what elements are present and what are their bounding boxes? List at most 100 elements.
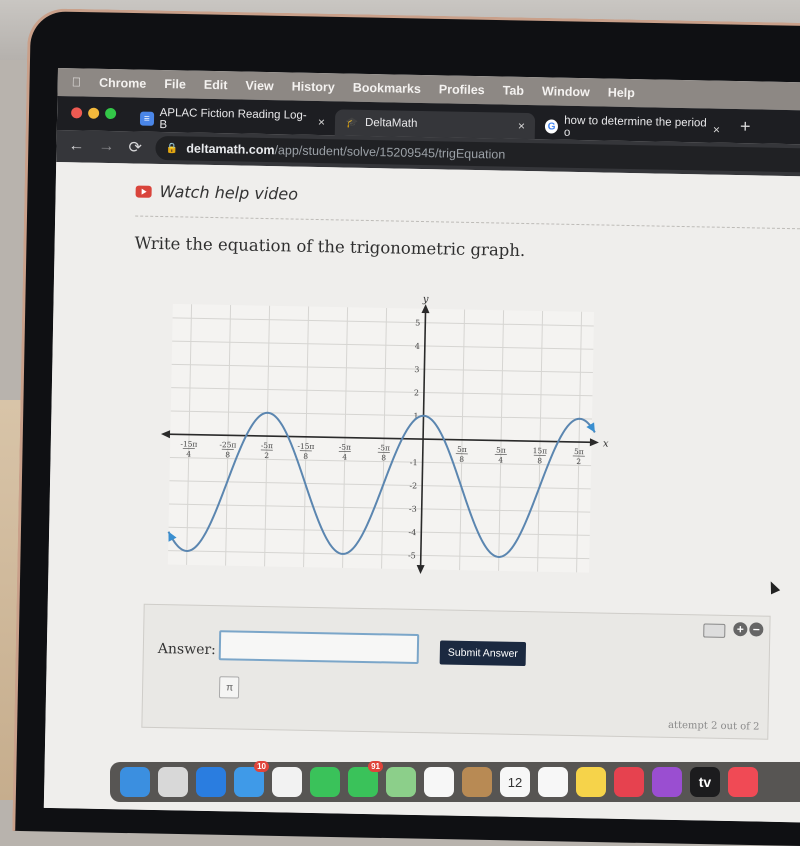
dock-app-safari[interactable] xyxy=(196,767,226,797)
x-tick-label-denominator: 4 xyxy=(342,453,347,462)
dock-app-chrome[interactable] xyxy=(272,767,302,797)
tab-deltamath[interactable]: 🎓 DeltaMath × xyxy=(335,109,535,139)
dock-app-podcasts[interactable] xyxy=(652,767,682,797)
y-tick-label: -4 xyxy=(408,528,416,537)
x-axis-label: x xyxy=(603,439,609,450)
close-tab-icon[interactable]: × xyxy=(713,123,720,137)
apple-icon[interactable]:  xyxy=(72,75,82,89)
submit-answer-button[interactable]: Submit Answer xyxy=(440,640,526,666)
x-tick-label-numerator: 5π xyxy=(496,445,506,454)
tab-label: APLAC Fiction Reading Log- B xyxy=(159,107,312,134)
new-tab-button[interactable]: + xyxy=(730,116,761,144)
x-tick-label-denominator: 8 xyxy=(303,452,308,461)
google-icon: G xyxy=(545,119,558,133)
close-window-button[interactable] xyxy=(71,107,82,118)
help-link-label: Watch help video xyxy=(159,182,298,204)
menu-tab[interactable]: Tab xyxy=(503,84,525,98)
x-tick-label-denominator: 4 xyxy=(186,450,191,459)
y-tick-label: 4 xyxy=(415,342,420,351)
menu-file[interactable]: File xyxy=(164,77,186,91)
menu-history[interactable]: History xyxy=(292,79,335,94)
close-tab-icon[interactable]: × xyxy=(318,115,325,129)
y-tick-label: 2 xyxy=(414,388,419,397)
laptop-screen:  Chrome File Edit View History Bookmark… xyxy=(44,68,800,822)
menu-profiles[interactable]: Profiles xyxy=(439,82,485,97)
x-tick-label-numerator: 5π xyxy=(457,445,467,454)
page-content: Watch help video Write the equation of t… xyxy=(44,162,800,822)
url-host: deltamath.com xyxy=(186,141,274,157)
x-tick-label-denominator: 2 xyxy=(264,451,269,460)
notification-badge: 10 xyxy=(254,761,269,772)
notification-badge: 91 xyxy=(368,761,383,772)
x-tick-label-numerator: 5π xyxy=(574,447,584,456)
dock-app-mail[interactable]: 10 xyxy=(234,767,264,797)
menu-chrome[interactable]: Chrome xyxy=(99,76,146,91)
dock-app-launchpad[interactable] xyxy=(158,767,188,797)
zoom-in-icon[interactable]: + xyxy=(733,622,747,636)
y-tick-label: 3 xyxy=(414,365,419,374)
forward-arrow-icon[interactable]: → xyxy=(98,138,114,156)
menu-view[interactable]: View xyxy=(245,79,274,94)
y-tick-label: -1 xyxy=(410,458,418,467)
dock-app-messages[interactable]: 91 xyxy=(348,767,378,797)
mac-dock: 10 91 12 tv xyxy=(110,762,800,802)
y-tick-label: -5 xyxy=(408,551,416,560)
y-tick-label: 5 xyxy=(415,319,420,328)
pi-symbol-button[interactable]: π xyxy=(219,676,239,698)
y-axis-down-arrow xyxy=(416,565,424,574)
x-axis-left-arrow xyxy=(161,430,170,438)
tab-aplac-reading-log[interactable]: ≡ APLAC Fiction Reading Log- B × xyxy=(130,105,335,135)
zoom-controls: + − xyxy=(733,622,763,637)
dock-app-reminders[interactable] xyxy=(538,767,568,797)
menu-bookmarks[interactable]: Bookmarks xyxy=(353,81,421,96)
y-tick-label: -3 xyxy=(409,505,417,514)
dock-app-apple-tv[interactable]: tv xyxy=(690,767,720,797)
answer-label: Answer: xyxy=(158,641,216,658)
x-axis-right-arrow xyxy=(590,438,599,446)
dock-app-maps[interactable] xyxy=(386,767,416,797)
dock-app-photos[interactable] xyxy=(424,767,454,797)
x-tick-label-numerator: 15π xyxy=(533,446,548,455)
dock-app-contacts[interactable] xyxy=(462,767,492,797)
minimize-window-button[interactable] xyxy=(88,108,99,119)
tab-label: how to determine the period o xyxy=(564,115,707,142)
back-arrow-icon[interactable]: ← xyxy=(68,137,84,155)
y-axis-up-arrow xyxy=(421,304,429,313)
tab-label: DeltaMath xyxy=(365,117,418,130)
dock-app-music[interactable] xyxy=(614,767,644,797)
menu-window[interactable]: Window xyxy=(542,84,590,99)
lock-icon: 🔒 xyxy=(166,143,179,154)
menu-edit[interactable]: Edit xyxy=(204,78,228,92)
dock-app-news[interactable] xyxy=(728,767,758,797)
dock-app-calendar[interactable]: 12 xyxy=(500,767,530,797)
x-tick-label-denominator: 8 xyxy=(381,453,386,462)
apple-tv-icon: tv xyxy=(699,774,711,790)
tab-google-search[interactable]: G how to determine the period o × xyxy=(535,113,730,143)
x-tick-label-numerator: -5π xyxy=(378,443,390,452)
x-tick-label-numerator: -15π xyxy=(180,439,197,448)
y-axis-label: y xyxy=(422,294,429,305)
menu-help[interactable]: Help xyxy=(608,86,635,101)
answer-input[interactable] xyxy=(219,630,420,664)
close-tab-icon[interactable]: × xyxy=(518,119,525,133)
dock-app-notes[interactable] xyxy=(576,767,606,797)
x-tick-label-denominator: 2 xyxy=(576,457,581,466)
y-tick-label: -2 xyxy=(409,481,417,490)
question-text: Write the equation of the trigonometric … xyxy=(134,234,525,260)
maximize-window-button[interactable] xyxy=(105,108,116,119)
dock-app-facetime[interactable] xyxy=(310,767,340,797)
x-tick-label-denominator: 8 xyxy=(459,455,464,464)
calendar-icon: 12 xyxy=(508,775,522,790)
watch-help-video-link[interactable]: Watch help video xyxy=(135,182,298,204)
x-tick-label-denominator: 8 xyxy=(225,450,230,459)
url-path: /app/student/solve/15209545/trigEquation xyxy=(274,143,505,161)
google-docs-icon: ≡ xyxy=(140,112,154,126)
zoom-out-icon[interactable]: − xyxy=(749,622,763,636)
dock-app-finder[interactable] xyxy=(120,767,150,797)
reload-icon[interactable]: ⟳ xyxy=(128,137,142,157)
keyboard-icon[interactable] xyxy=(703,623,725,637)
trig-graph: xy-15π4-25π8-5π2-15π8-5π4-5π85π85π415π85… xyxy=(148,284,624,593)
answer-panel: + − Answer: Submit Answer π attempt 2 ou… xyxy=(141,604,770,740)
x-tick-label-numerator: -15π xyxy=(297,442,314,451)
deltamath-icon: 🎓 xyxy=(345,116,359,130)
